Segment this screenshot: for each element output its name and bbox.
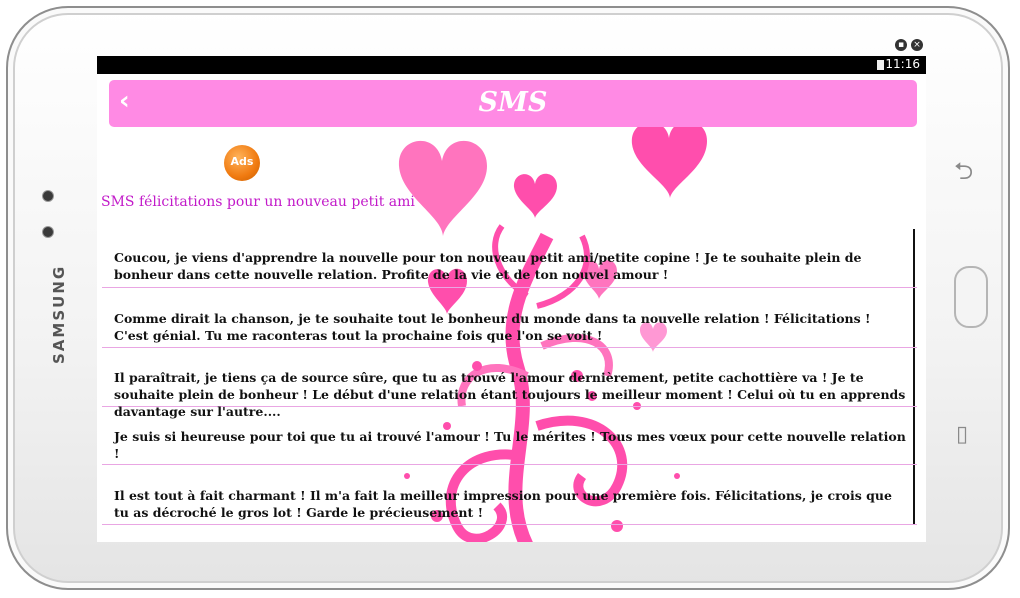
window-close-icon[interactable]: × — [911, 39, 923, 51]
light-sensor-icon — [42, 226, 54, 238]
section-title: SMS félicitations pour un nouveau petit … — [101, 194, 415, 210]
message-text: Coucou, je viens d'apprendre la nouvelle… — [114, 250, 862, 282]
message-item[interactable]: Coucou, je viens d'apprendre la nouvelle… — [102, 231, 917, 288]
message-text: Il est tout à fait charmant ! Il m'a fai… — [114, 488, 892, 520]
front-camera-icon — [42, 190, 54, 202]
hardware-menu-icon[interactable]: ▯ — [956, 422, 968, 447]
message-text: Comme dirait la chanson, je te souhaite … — [114, 311, 871, 343]
device-brand: SAMSUNG — [50, 264, 68, 364]
message-item[interactable]: Comme dirait la chanson, je te souhaite … — [102, 289, 917, 348]
message-item[interactable]: Il paraîtrait, je tiens ça de source sûr… — [102, 348, 917, 419]
ads-badge-button[interactable]: Ads — [224, 145, 260, 181]
message-item[interactable]: Il est tout à fait charmant ! Il m'a fai… — [102, 465, 917, 525]
hardware-home-button[interactable] — [954, 266, 988, 328]
battery-icon — [877, 60, 884, 70]
heart-decoration — [631, 126, 707, 198]
status-bar: 11:16 — [97, 56, 926, 74]
app-bar: ‹ SMS — [109, 80, 917, 127]
message-text: Je suis si heureuse pour toi que tu ai t… — [114, 429, 906, 461]
app-screen: 11:16 ‹ SMS Ads SMS félicitations pour u… — [97, 56, 926, 542]
window-pin-icon[interactable]: ▪ — [895, 39, 907, 51]
heart-decoration — [513, 173, 557, 218]
heart-decoration — [398, 140, 487, 236]
status-time: 11:16 — [885, 57, 920, 71]
message-item[interactable]: Je suis si heureuse pour toi que tu ai t… — [102, 407, 917, 465]
hardware-back-icon[interactable]: ⮌ — [954, 154, 973, 195]
app-title: SMS — [478, 87, 548, 118]
